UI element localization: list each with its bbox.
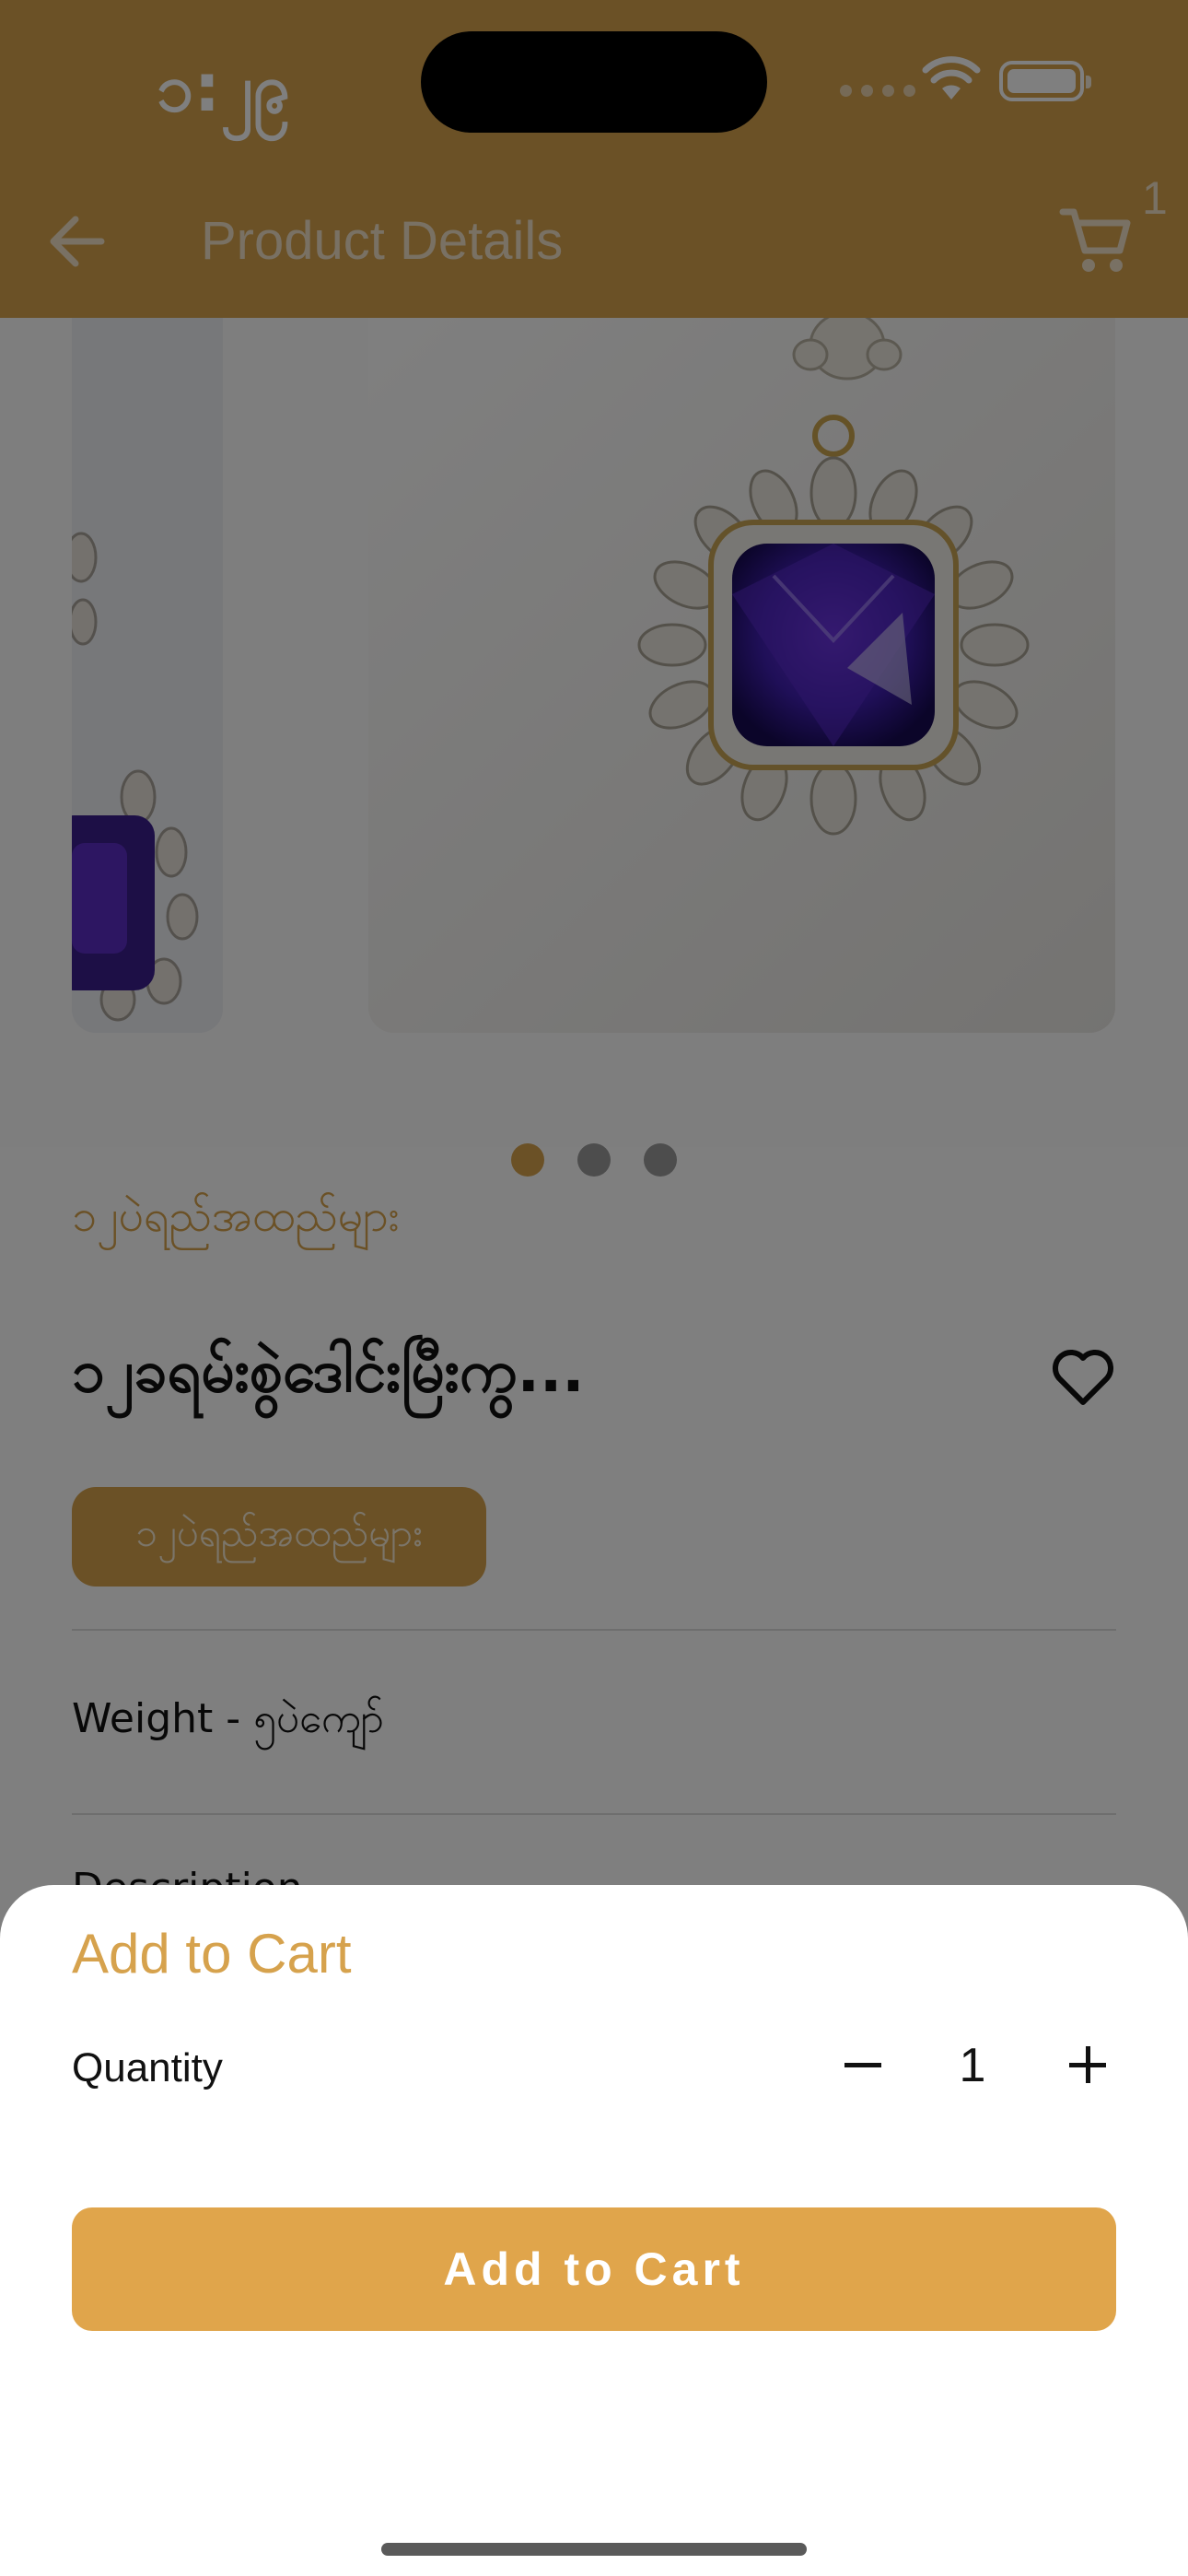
increase-quantity-button[interactable] bbox=[1055, 2032, 1120, 2097]
add-to-cart-button[interactable]: Add to Cart bbox=[72, 2207, 1116, 2331]
decrease-quantity-button[interactable] bbox=[831, 2032, 895, 2097]
home-indicator bbox=[381, 2543, 807, 2556]
add-to-cart-sheet: Add to Cart Quantity 1 Add to Cart bbox=[0, 1885, 1188, 2576]
sheet-title: Add to Cart bbox=[72, 1923, 352, 1985]
quantity-value: 1 bbox=[959, 2039, 986, 2092]
quantity-label: Quantity bbox=[72, 2045, 223, 2090]
